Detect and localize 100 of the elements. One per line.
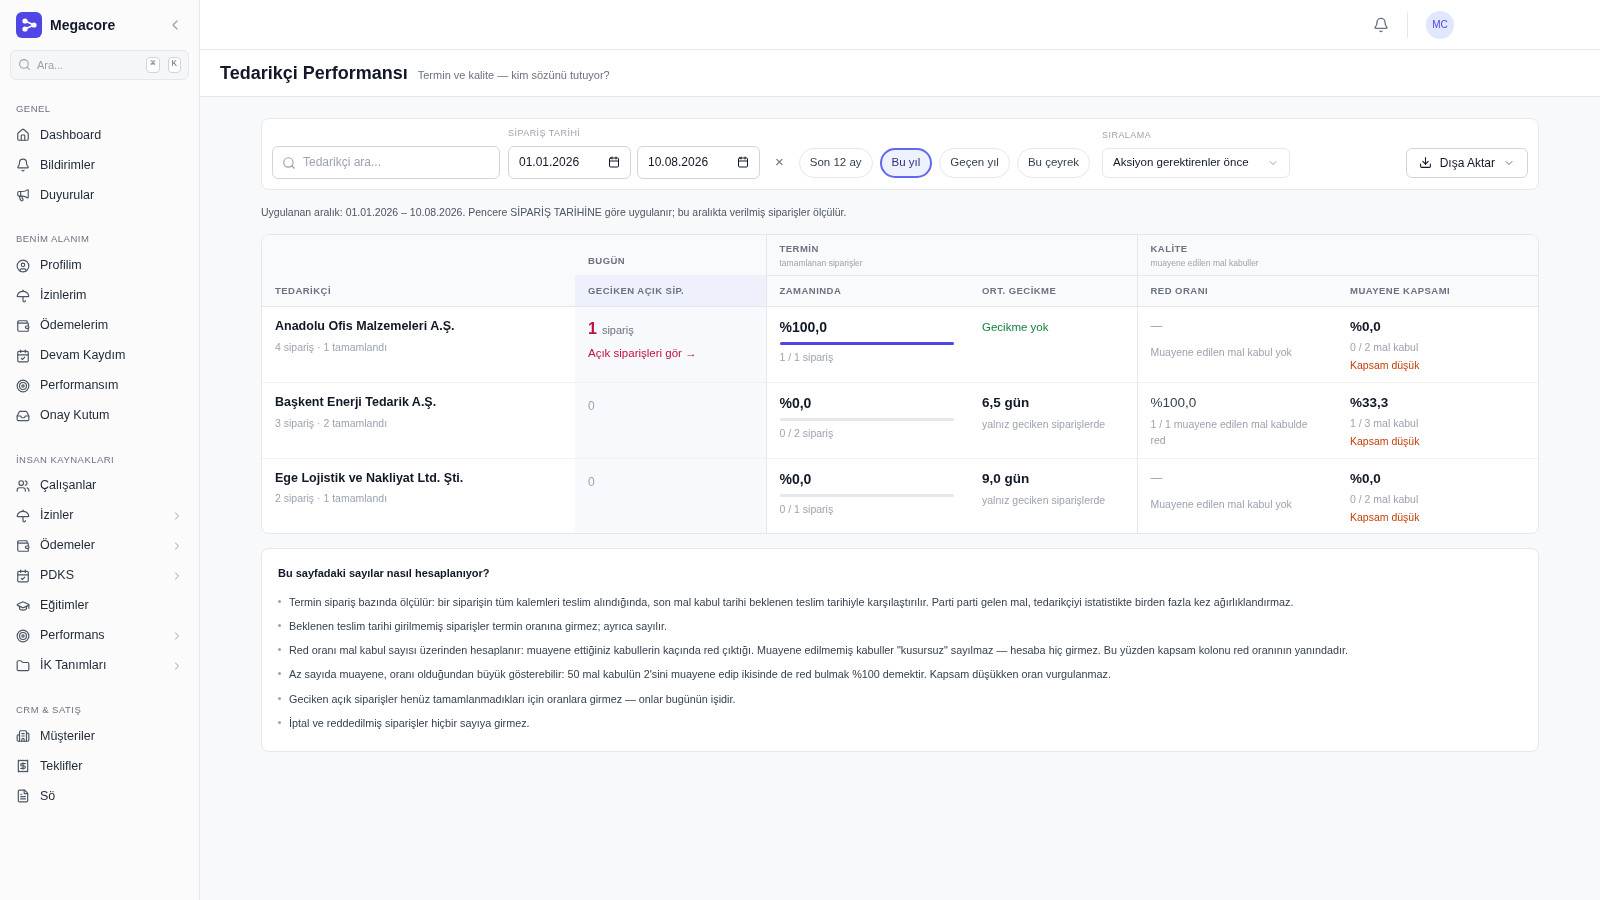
reject-note: 1 / 1 muayene edilen mal kabulde red: [1150, 417, 1309, 448]
help-text: Beklenen teslim tarihi girilmemiş siparişler termin oranına girmez; ayrıca sayılır.: [289, 618, 667, 634]
column-header[interactable]: ZAMANINDA: [779, 284, 842, 296]
reject-note: Muayene edilen mal kabul yok: [1150, 345, 1293, 360]
building-icon: [16, 729, 30, 743]
sidebar-item[interactable]: Performans: [10, 620, 189, 651]
group-heading: TERMİN: [779, 242, 820, 257]
help-title: Bu sayfadaki sayılar nasıl hesaplanıyor?: [278, 566, 491, 582]
coverage-rate: %0,0: [1350, 318, 1382, 336]
clear-dates-button[interactable]: ×: [767, 145, 792, 179]
user-avatar[interactable]: MC: [1426, 10, 1454, 39]
supplier-name: Başkent Enerji Tedarik A.Ş.: [275, 393, 438, 411]
umbrella-icon: [16, 508, 30, 523]
supplier-search-field[interactable]: Tedarikçi ara...: [272, 145, 500, 179]
download-icon: [1418, 156, 1432, 169]
section-heading: CRM & SATIŞ: [15, 702, 83, 717]
sidebar-item[interactable]: Duyurular: [10, 180, 189, 211]
column-header[interactable]: GECİKEN AÇIK SİP.: [588, 284, 685, 296]
date-field[interactable]: 01.01.2026: [508, 145, 631, 179]
help-text: Red oranı mal kabul sayısı üzerinden hesaplanır: muayene ettiğiniz kabullerin kaçında red çıktığı. Muayene edilmemiş kabuller "kusursuz" sayılmaz — hesaba hiç girmez. Bu yüzden kapsam kolonu red oranının yanındadır.: [289, 643, 1349, 659]
open-orders-link[interactable]: Açık siparişleri gör →: [588, 345, 753, 363]
coverage-warning: Kapsam düşük: [1350, 358, 1421, 373]
column-header[interactable]: MUAYENE KAPSAMI: [1350, 284, 1451, 296]
bell-icon: [16, 158, 30, 173]
supplier-stats: 4 sipariş · 1 tamamlandı: [275, 339, 389, 355]
sidebar-item[interactable]: Profilim: [10, 250, 189, 281]
sidebar-item[interactable]: PDKS: [10, 560, 189, 591]
target-icon: [16, 628, 30, 643]
section-heading: BENİM ALANIM: [15, 232, 91, 247]
bullet-icon: [278, 599, 281, 603]
coverage-count: 0 / 2 mal kabul: [1350, 340, 1420, 356]
sidebar-item[interactable]: Devam Kaydım: [10, 340, 189, 371]
column-header[interactable]: RED ORANI: [1150, 284, 1209, 296]
bullet-icon: [278, 648, 281, 652]
calendar-icon: [608, 156, 620, 168]
wallet-icon: [16, 318, 30, 333]
help-text: Termin sipariş bazında ölçülür: bir siparişin tüm kalemleri teslim alındığında, son mal kabul tarihi beklenen teslim tarihiyle karşılaştırılır. Parti parti gelen mal, tedarikçiyi istatistikte birden fazla kez ağırlıklandırmaz.: [289, 594, 1294, 610]
brand-name: Megacore: [50, 15, 116, 35]
sidebar-item[interactable]: Müşteriler: [10, 721, 189, 751]
group-heading: KALİTE: [1150, 242, 1189, 257]
logo-icon: [16, 12, 42, 38]
sidebar-item[interactable]: İzinlerim: [10, 280, 189, 311]
coverage-warning: Kapsam düşük: [1350, 509, 1421, 525]
sidebar-item[interactable]: Ödemeler: [10, 530, 189, 561]
receipt-icon: [16, 759, 30, 773]
supplier-name: Ege Lojistik ve Nakliyat Ltd. Şti.: [275, 469, 465, 487]
calendar-icon: [737, 156, 749, 168]
page-title: Tedarikçi Performansı: [220, 61, 408, 85]
help-text: Az sayıda muayene, oranı olduğundan büyük gösterebilir: 50 mal kabulün 2'sini muayene edip ikisinde de red bulmak %100 demektir. Kapsam düşükken oran vurgulanmaz.: [289, 667, 1111, 683]
reject-rate: %100,0: [1150, 393, 1198, 412]
column-header[interactable]: TEDARİKÇİ: [275, 284, 331, 296]
date-field[interactable]: 10.08.2026: [637, 145, 760, 179]
field-label: SİPARİŞ TARİHİ: [508, 127, 582, 140]
coverage-warning: Kapsam düşük: [1350, 433, 1421, 449]
sidebar-item[interactable]: Bildirimler: [10, 150, 189, 181]
umbrella-icon: [16, 288, 30, 303]
sidebar-item[interactable]: İzinler: [10, 500, 189, 531]
bullet-icon: [278, 672, 281, 676]
ontime-count: 0 / 1 sipariş: [779, 501, 835, 517]
average-delay: 6,5 gün: [982, 393, 1031, 412]
sidebar-item[interactable]: İK Tanımları: [10, 650, 189, 681]
calendar-icon: [16, 348, 30, 363]
range-note: Uygulanan aralık: 01.01.2026 – 10.08.2026. Pencere SİPARİŞ TARİHİNE göre uygulanır; bu aralıkta verilmiş siparişler ölçülür.: [261, 204, 848, 220]
preset-chip[interactable]: Bu yıl: [879, 147, 933, 178]
target-icon: [16, 378, 30, 393]
sidebar-item[interactable]: Teklifler: [10, 751, 189, 781]
ontime-rate: %0,0: [779, 469, 813, 489]
page-subtitle: Termin ve kalite — kim sözünü tutuyor?: [417, 67, 610, 83]
sidebar-item[interactable]: Performansım: [10, 370, 189, 401]
ontime-count: 1 / 1 sipariş: [779, 350, 835, 365]
sidebar-item[interactable]: Ödemelerim: [10, 310, 189, 341]
megaphone-icon: [16, 188, 30, 203]
count-unit: sipariş: [601, 323, 634, 338]
search-icon: [282, 155, 296, 170]
section-heading: İNSAN KAYNAKLARI: [15, 452, 116, 467]
inbox-icon: [16, 408, 30, 423]
export-button[interactable]: Dışa Aktar: [1405, 147, 1528, 178]
house-icon: [16, 128, 30, 143]
help-text: Geciken açık siparişler henüz tamamlanmadıkları için oranlara girmez — onlar bugünün işidir.: [289, 691, 736, 707]
search-icon: [18, 58, 31, 71]
ontime-rate: %0,0: [779, 393, 813, 413]
sidebar-item[interactable]: Onay Kutum: [10, 400, 189, 431]
coverage-rate: %0,0: [1350, 469, 1382, 488]
supplier-stats: 3 sipariş · 2 tamamlandı: [275, 415, 389, 431]
notifications-icon[interactable]: [1373, 16, 1389, 33]
sidebar-item[interactable]: Dashboard: [10, 120, 189, 151]
supplier-stats: 2 sipariş · 1 tamamlandı: [275, 491, 389, 507]
delay-note: yalnız geciken siparişlerde: [982, 492, 1107, 508]
sidebar-item[interactable]: Eğitimler: [10, 590, 189, 621]
sidebar-item[interactable]: Çalışanlar: [10, 470, 189, 501]
reject-note: Muayene edilen mal kabul yok: [1150, 496, 1293, 512]
overdue-count: 1: [588, 319, 597, 339]
delay-status: Gecikme yok: [982, 320, 1050, 335]
coverage-count: 1 / 3 mal kabul: [1350, 416, 1420, 431]
sidebar-item[interactable]: Sö: [10, 781, 189, 811]
ontime-count: 0 / 2 sipariş: [779, 425, 835, 441]
user-icon: [16, 258, 30, 273]
column-header[interactable]: ORT. GECİKME: [982, 284, 1057, 296]
group-subheading: muayene edilen mal kabuller: [1150, 256, 1260, 270]
sort-select[interactable]: Aksiyon gerektirenler önce: [1102, 147, 1291, 178]
